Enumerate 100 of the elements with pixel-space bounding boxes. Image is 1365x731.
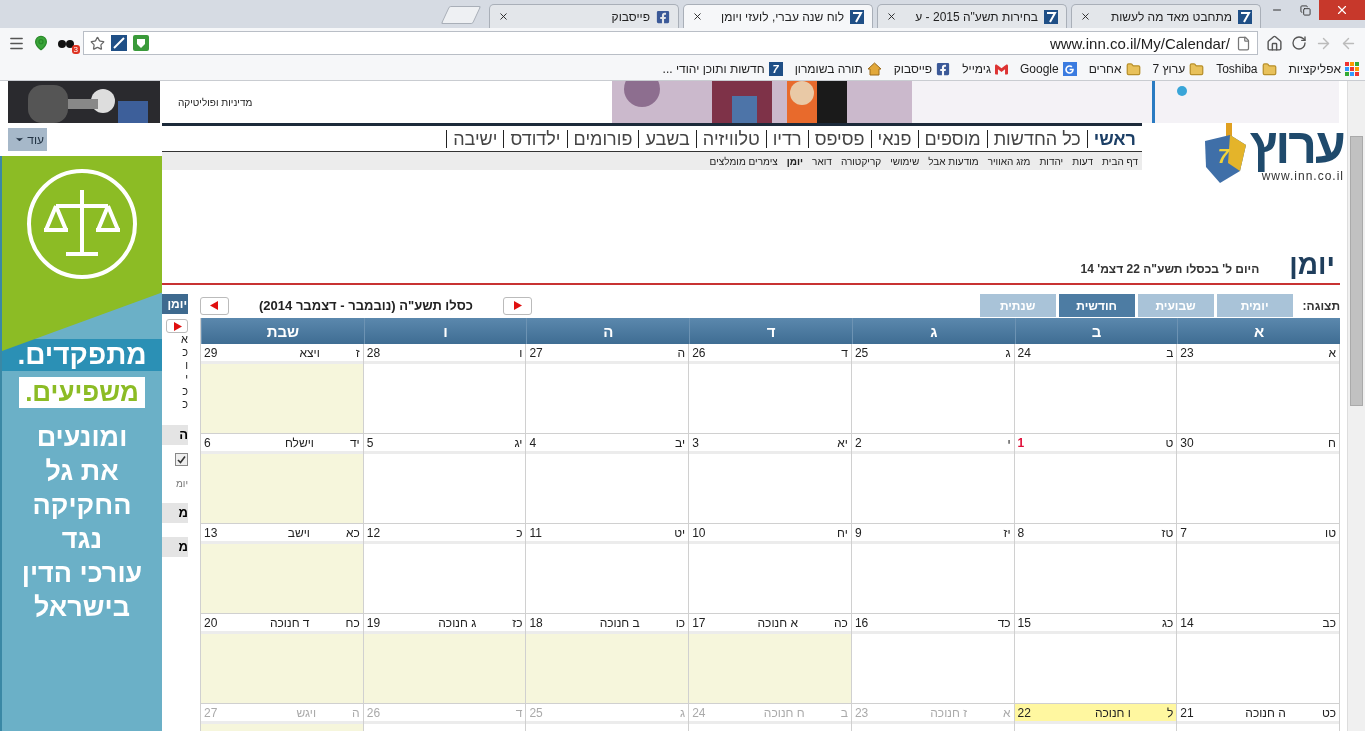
- close-icon[interactable]: [692, 11, 703, 22]
- scrollbar-thumb[interactable]: [1350, 136, 1363, 406]
- sub-nav-link[interactable]: קריקטורה: [840, 155, 882, 167]
- day-number: 13: [204, 525, 218, 540]
- day-number: 5: [366, 435, 374, 450]
- hebrew-date: ה: [352, 705, 360, 720]
- weekday-header: ה: [526, 318, 690, 344]
- advertisement[interactable]: מתפקדים. משפיעים. ומונעים את גל החקיקה נגד עורכי הדין בישראל: [0, 156, 162, 731]
- bookmark[interactable]: Toshiba: [1216, 61, 1277, 77]
- day-number: 19: [366, 615, 381, 630]
- ad-text: עורכי הדין: [21, 557, 143, 590]
- day-number: 23: [1180, 345, 1194, 360]
- weekday-header: ב: [1014, 318, 1178, 344]
- hebrew-date: יז: [1003, 525, 1011, 540]
- nav-link[interactable]: פסיפס: [807, 129, 871, 148]
- browser-tab[interactable]: לוח שנה עברי, לועזי ויומן: [683, 4, 873, 28]
- nav-link[interactable]: פורומים: [566, 129, 639, 148]
- nav-link[interactable]: ילדודס: [503, 129, 567, 148]
- day-event: ב חנוכה: [599, 615, 640, 630]
- bookmark[interactable]: תורה בשומרון: [794, 62, 882, 76]
- nav-link[interactable]: ראשי: [1086, 129, 1142, 148]
- star-icon[interactable]: [90, 35, 105, 51]
- folder-icon: [1125, 61, 1141, 77]
- close-icon[interactable]: [1080, 11, 1091, 22]
- sidebar-title: יומן: [162, 294, 188, 314]
- day-number: 26: [366, 705, 381, 720]
- sidebar-heading: ה: [162, 425, 188, 445]
- bookmark[interactable]: Google: [1020, 62, 1077, 76]
- left-triangle-icon: [210, 301, 219, 310]
- hebrew-date: טו: [1325, 525, 1336, 540]
- bookmark[interactable]: אחרים: [1088, 61, 1141, 77]
- google-icon: [1062, 62, 1077, 76]
- weekday-header: א: [1177, 318, 1340, 344]
- day-number: 3: [692, 435, 699, 450]
- day-number: 15: [1017, 615, 1031, 630]
- hebrew-date: יד: [349, 435, 360, 450]
- facebook-icon: [656, 9, 670, 24]
- pin-icon[interactable]: [33, 35, 49, 51]
- browser-tab[interactable]: בחירות תשע"ה 2015 - ע: [877, 4, 1067, 28]
- nav-link[interactable]: מוספים: [917, 129, 987, 148]
- scrollbar[interactable]: [1347, 81, 1365, 731]
- day-number: 27: [529, 345, 543, 360]
- checkbox[interactable]: [175, 453, 188, 466]
- sub-nav-link[interactable]: דואר: [812, 155, 832, 167]
- bookmark[interactable]: גימייל: [962, 62, 1008, 76]
- hebrew-date: כב: [1322, 615, 1336, 630]
- hebrew-date: ב: [1166, 345, 1174, 360]
- view-tab[interactable]: חודשית: [1058, 294, 1135, 317]
- sub-nav-link[interactable]: יהדות: [1039, 155, 1064, 167]
- nav-link[interactable]: טלוויזיה: [695, 129, 766, 148]
- nav-link[interactable]: בשבע: [638, 129, 696, 148]
- pen-extension-icon[interactable]: [111, 35, 127, 51]
- close-icon[interactable]: [498, 11, 509, 22]
- day-event: ה חנוכה: [1245, 705, 1286, 720]
- sidebar-heading: מ: [162, 503, 188, 523]
- hebrew-date: ח: [1328, 435, 1336, 450]
- nav-link[interactable]: רדיו: [765, 129, 808, 148]
- page-title: יומן: [1289, 249, 1335, 281]
- home-icon[interactable]: [1266, 34, 1283, 52]
- view-label: תצוגה:: [1302, 298, 1340, 313]
- sub-nav-link[interactable]: יומן: [786, 155, 804, 167]
- bookmark[interactable]: פייסבוק: [893, 62, 951, 76]
- bookmark[interactable]: אפליקציות: [1288, 62, 1359, 76]
- next-month-button[interactable]: [502, 296, 532, 315]
- sub-nav-link[interactable]: דף הבית: [1102, 155, 1138, 167]
- sidebar-text: י: [184, 372, 188, 385]
- sub-nav-link[interactable]: צימרים מומלצים: [709, 155, 778, 167]
- sidebar-heading: מ: [162, 537, 188, 557]
- close-icon[interactable]: [886, 11, 897, 22]
- hebrew-date: יח: [837, 525, 848, 540]
- bookmark[interactable]: ערוץ 7: [1152, 61, 1205, 77]
- day-number: 1: [1017, 435, 1025, 450]
- hebrew-date: ד: [841, 345, 848, 360]
- sub-nav-link[interactable]: מודעות אבל: [928, 155, 979, 167]
- nav-link[interactable]: פנאי: [870, 129, 918, 148]
- day-number: 26: [692, 345, 706, 360]
- shield-extension-icon[interactable]: [133, 35, 149, 51]
- hebrew-date: ב: [840, 705, 848, 720]
- sub-nav-link[interactable]: שימושי: [890, 155, 920, 167]
- browser-tab[interactable]: פייסבוק: [489, 4, 679, 28]
- hebrew-date: א: [1003, 705, 1011, 720]
- browser-tab[interactable]: מתחבט מאד מה לעשות: [1071, 4, 1261, 28]
- previous-month-button[interactable]: [200, 296, 229, 315]
- address-bar[interactable]: www.inn.co.il/My/Calendar/: [83, 31, 1258, 55]
- hebrew-date: כט: [1321, 705, 1336, 720]
- reload-icon[interactable]: [1291, 35, 1307, 51]
- banner-caption: מדיניות ופוליטיקה: [178, 97, 253, 108]
- ad-text: נגד: [61, 523, 103, 556]
- sub-nav-link[interactable]: דעות: [1072, 155, 1094, 167]
- hebrew-date: ו: [519, 345, 523, 360]
- day-number: 30: [1180, 435, 1194, 450]
- nav-link[interactable]: כל החדשות: [986, 129, 1087, 148]
- sidebar-text: כ: [181, 346, 188, 359]
- sub-nav-link[interactable]: מזג האוויר: [987, 155, 1031, 167]
- folder-icon: [1261, 61, 1277, 77]
- nav-link[interactable]: ישיבה: [446, 129, 504, 148]
- sidebar-text: כ: [181, 385, 188, 398]
- sidebar-arrow-button[interactable]: [166, 319, 188, 333]
- more-button[interactable]: עוד: [8, 128, 47, 151]
- day-number: 16: [854, 615, 869, 630]
